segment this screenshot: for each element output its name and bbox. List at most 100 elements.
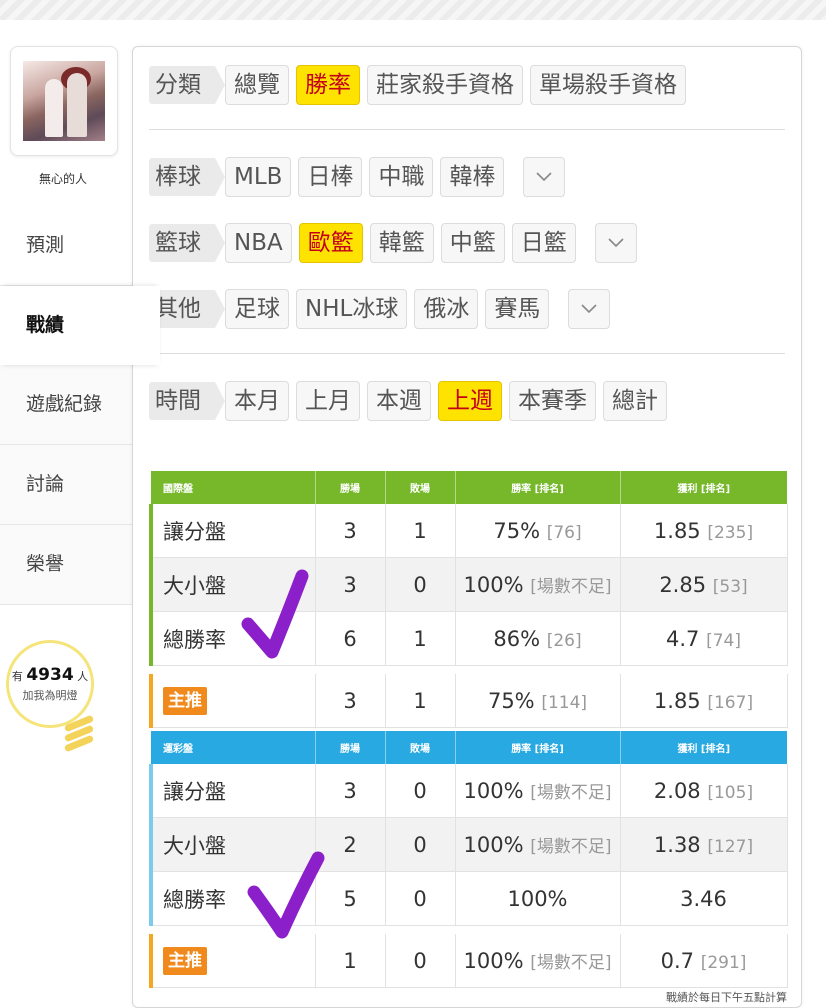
row-label: 總勝率 bbox=[149, 871, 315, 926]
profit-cell: 1.85 [167] bbox=[619, 674, 788, 728]
tag-win-rate[interactable]: 勝率 bbox=[296, 65, 360, 105]
tag-last-month[interactable]: 上月 bbox=[296, 381, 360, 421]
table-header-row: 運彩盤 勝場 敗場 勝率 [排名] 獲利 [排名] bbox=[151, 731, 787, 764]
win-rate-cell: 75% [114] bbox=[454, 674, 620, 728]
tag-overview[interactable]: 總覽 bbox=[225, 65, 289, 105]
tag-horse-racing[interactable]: 賽馬 bbox=[485, 289, 550, 329]
filter-label-baseball: 棒球 bbox=[149, 158, 225, 196]
tag-nba[interactable]: NBA bbox=[225, 223, 292, 263]
column-header: 勝場 bbox=[314, 471, 385, 504]
win-count: 3 bbox=[314, 764, 385, 818]
table-row: 大小盤 2 0 100% [場數不足] 1.38 [127] bbox=[149, 817, 788, 872]
tag-cpbl[interactable]: 中職 bbox=[369, 157, 434, 197]
row-label: 讓分盤 bbox=[149, 764, 315, 818]
tag-russian-hockey[interactable]: 俄冰 bbox=[414, 289, 479, 329]
column-header: 獲利 [排名] bbox=[619, 731, 787, 764]
loss-count: 1 bbox=[384, 611, 455, 666]
table-row: 讓分盤 3 1 75% [76] 1.85 [235] bbox=[149, 504, 788, 558]
filter-basketball-row: 籃球 NBA 歐籃 韓籃 中籃 日籃 bbox=[149, 221, 637, 265]
divider bbox=[149, 353, 785, 354]
tag-npb[interactable]: 日棒 bbox=[298, 157, 363, 197]
table-row: 大小盤 3 0 100% [場數不足] 2.85 [53] bbox=[149, 557, 788, 612]
tag-single-killer[interactable]: 單場殺手資格 bbox=[530, 65, 686, 105]
lamp-follow-widget[interactable]: 有 4934 人 加我為明燈 bbox=[6, 640, 98, 770]
main-pick-row: 主推 1 0 100% [場數不足] 0.7 [291] bbox=[149, 934, 788, 988]
lightbulb-base-icon bbox=[63, 714, 100, 764]
nav-item-discussion[interactable]: 討論 bbox=[0, 445, 134, 525]
tag-nhl[interactable]: NHL冰球 bbox=[296, 289, 408, 329]
filter-category-row: 分類 總覽 勝率 莊家殺手資格 單場殺手資格 bbox=[149, 63, 693, 107]
win-count: 5 bbox=[314, 871, 385, 926]
profit-cell: 1.85 [235] bbox=[619, 504, 788, 558]
tag-kbo[interactable]: 韓棒 bbox=[440, 157, 505, 197]
table-row: 總勝率 6 1 86% [26] 4.7 [74] bbox=[149, 611, 788, 666]
row-label: 讓分盤 bbox=[149, 504, 315, 558]
column-header: 勝率 [排名] bbox=[454, 731, 620, 764]
tag-chinese-basketball[interactable]: 中籃 bbox=[440, 223, 505, 263]
sidebar-nav: 預測 戰績 遊戲紀錄 討論 榮譽 bbox=[0, 206, 160, 605]
chevron-down-icon[interactable] bbox=[594, 223, 637, 263]
nav-item-game-log[interactable]: 遊戲紀錄 bbox=[0, 365, 134, 445]
column-header: 國際盤 bbox=[151, 471, 315, 504]
row-label: 大小盤 bbox=[149, 817, 315, 872]
filter-label-basketball: 籃球 bbox=[149, 224, 225, 262]
column-header: 敗場 bbox=[384, 471, 455, 504]
win-count: 6 bbox=[314, 611, 385, 666]
tag-euro-basketball[interactable]: 歐籃 bbox=[298, 223, 363, 263]
calculation-note: 戰績於每日下午五點計算 bbox=[666, 991, 787, 1004]
lottery-stats-table: 運彩盤 勝場 敗場 勝率 [排名] 獲利 [排名] 讓分盤 3 0 100% [… bbox=[149, 731, 788, 988]
loss-count: 1 bbox=[384, 504, 455, 558]
nav-item-predict[interactable]: 預測 bbox=[0, 206, 134, 286]
row-label: 主推 bbox=[149, 934, 315, 988]
profit-cell: 2.08 [105] bbox=[619, 764, 788, 818]
tag-this-week[interactable]: 本週 bbox=[367, 381, 431, 421]
loss-count: 0 bbox=[384, 817, 455, 872]
nav-item-honor[interactable]: 榮譽 bbox=[0, 525, 134, 605]
win-rate-cell: 100% [場數不足] bbox=[454, 817, 620, 872]
avatar[interactable] bbox=[23, 61, 105, 141]
international-stats-table: 國際盤 勝場 敗場 勝率 [排名] 獲利 [排名] 讓分盤 3 1 75% [7… bbox=[149, 471, 788, 728]
column-header: 敗場 bbox=[384, 731, 455, 764]
tag-mlb[interactable]: MLB bbox=[225, 157, 292, 197]
username[interactable]: 無心的人 bbox=[0, 170, 126, 187]
row-label: 總勝率 bbox=[149, 611, 315, 666]
win-count: 1 bbox=[314, 934, 385, 988]
filter-label-category: 分類 bbox=[149, 66, 225, 104]
column-header: 勝率 [排名] bbox=[454, 471, 620, 504]
tag-this-season[interactable]: 本賽季 bbox=[509, 381, 596, 421]
chevron-down-icon[interactable] bbox=[523, 157, 566, 197]
tag-korean-basketball[interactable]: 韓籃 bbox=[369, 223, 434, 263]
main-pick-badge: 主推 bbox=[163, 686, 207, 715]
filter-baseball-row: 棒球 MLB 日棒 中職 韓棒 bbox=[149, 155, 566, 199]
chevron-down-icon[interactable] bbox=[568, 289, 611, 329]
filter-label-time: 時間 bbox=[149, 382, 225, 420]
tag-last-week[interactable]: 上週 bbox=[438, 381, 502, 421]
tag-japan-basketball[interactable]: 日籃 bbox=[511, 223, 576, 263]
tag-soccer[interactable]: 足球 bbox=[225, 289, 289, 329]
row-label: 大小盤 bbox=[149, 557, 315, 612]
win-rate-cell: 86% [26] bbox=[454, 611, 620, 666]
avatar-frame[interactable] bbox=[10, 46, 118, 156]
win-count: 3 bbox=[314, 674, 385, 728]
tag-this-month[interactable]: 本月 bbox=[225, 381, 289, 421]
lightbulb-icon[interactable]: 有 4934 人 加我為明燈 bbox=[6, 640, 94, 728]
loss-count: 1 bbox=[384, 674, 455, 728]
column-header: 獲利 [排名] bbox=[619, 471, 787, 504]
sidebar: 無心的人 預測 戰績 遊戲紀錄 討論 榮譽 有 4934 人 加我為明燈 bbox=[0, 20, 160, 1000]
win-count: 3 bbox=[314, 557, 385, 612]
filter-other-row: 其他 足球 NHL冰球 俄冰 賽馬 bbox=[149, 287, 611, 331]
lamp-caption: 加我為明燈 bbox=[22, 689, 78, 702]
nav-item-record[interactable]: 戰績 bbox=[0, 286, 160, 365]
table-row: 讓分盤 3 0 100% [場數不足] 2.08 [105] bbox=[149, 764, 788, 818]
win-count: 3 bbox=[314, 504, 385, 558]
table-header-row: 國際盤 勝場 敗場 勝率 [排名] 獲利 [排名] bbox=[151, 471, 787, 504]
profit-cell: 3.46 bbox=[619, 871, 788, 926]
tag-total[interactable]: 總計 bbox=[603, 381, 667, 421]
tag-banker-killer[interactable]: 莊家殺手資格 bbox=[367, 65, 523, 105]
loss-count: 0 bbox=[384, 934, 455, 988]
win-rate-cell: 100% [場數不足] bbox=[454, 934, 620, 988]
profit-cell: 1.38 [127] bbox=[619, 817, 788, 872]
lamp-count: 有 4934 人 bbox=[11, 665, 89, 685]
column-header: 勝場 bbox=[314, 731, 385, 764]
profit-cell: 4.7 [74] bbox=[619, 611, 788, 666]
